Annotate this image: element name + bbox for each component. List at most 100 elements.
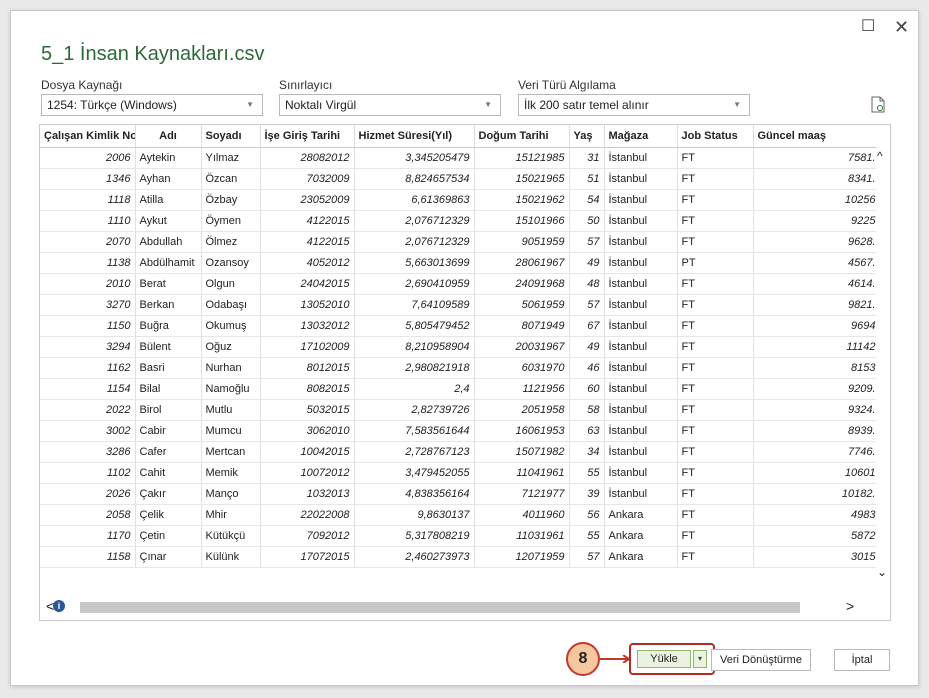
table-cell: 10072012: [260, 462, 355, 484]
column-header[interactable]: İşe Giriş Tarihi: [260, 125, 355, 148]
table-cell: 11142: [753, 336, 881, 358]
table-row: 1118 Atilla Özbay 23052009 6,61369863 1502196…: [40, 189, 881, 211]
file-origin-label: Dosya Kaynağı: [41, 78, 123, 92]
close-icon[interactable]: ✕: [894, 18, 909, 36]
maximize-icon[interactable]: ☐: [861, 19, 875, 35]
table-cell: 3270: [40, 294, 136, 316]
table-cell: İstanbul: [604, 315, 678, 337]
table-cell: İstanbul: [604, 399, 678, 421]
table-cell: Çakır: [135, 483, 202, 505]
table-cell: 57: [569, 231, 605, 253]
horizontal-scrollbar[interactable]: < >: [40, 596, 878, 618]
scroll-right-icon[interactable]: >: [846, 598, 854, 614]
table-cell: FT: [677, 336, 754, 358]
table-cell: Cahit: [135, 462, 202, 484]
preview-grid[interactable]: Çalışan Kimlik No: Adı Soyadı İşe Giriş …: [39, 124, 891, 621]
table-cell: FT: [677, 546, 754, 568]
table-row: 2058 Çelik Mhir 22022008 9,8630137 4011960 56 A…: [40, 504, 881, 526]
scroll-down-icon[interactable]: ⌄: [877, 565, 887, 579]
table-cell: 24091968: [474, 273, 570, 295]
table-cell: Birol: [135, 399, 202, 421]
document-refresh-icon[interactable]: [871, 96, 885, 113]
column-header[interactable]: Hizmet Süresi(Yıl): [354, 125, 475, 148]
scroll-up-icon[interactable]: ^: [877, 149, 883, 163]
table-cell: İstanbul: [604, 441, 678, 463]
table-row: 1150 Buğra Okumuş 13032012 5,805479452 807194…: [40, 315, 881, 337]
table-row: 1158 Çınar Külünk 17072015 2,460273973 120719…: [40, 546, 881, 568]
column-header[interactable]: Yaş: [569, 125, 605, 148]
table-cell: Mhir: [201, 504, 261, 526]
table-cell: Mutlu: [201, 399, 261, 421]
table-cell: FT: [677, 231, 754, 253]
table-cell: 16061953: [474, 420, 570, 442]
column-header[interactable]: Çalışan Kimlik No:: [40, 125, 136, 148]
column-header[interactable]: Soyadı: [201, 125, 261, 148]
vertical-scrollbar[interactable]: ^ ⌄: [876, 125, 890, 620]
table-cell: 11041961: [474, 462, 570, 484]
table-cell: 28061967: [474, 252, 570, 274]
table-cell: Kütükçü: [201, 525, 261, 547]
dialog-title: 5_1 İnsan Kaynakları.csv: [41, 43, 265, 65]
table-cell: Çelik: [135, 504, 202, 526]
table-header-row: Çalışan Kimlik No: Adı Soyadı İşe Giriş …: [40, 125, 881, 148]
column-header[interactable]: Güncel maaş: [753, 125, 881, 148]
scroll-thumb[interactable]: [80, 602, 800, 613]
table-cell: 3015: [753, 546, 881, 568]
table-cell: 56: [569, 504, 605, 526]
table-cell: 2006: [40, 147, 136, 169]
load-dropdown-icon[interactable]: ▾: [693, 650, 707, 668]
table-cell: Mertcan: [201, 441, 261, 463]
table-cell: 48: [569, 273, 605, 295]
column-header[interactable]: Adı: [135, 125, 202, 148]
table-cell: 3286: [40, 441, 136, 463]
table-cell: Çetin: [135, 525, 202, 547]
column-header[interactable]: Doğum Tarihi: [474, 125, 570, 148]
transform-data-button[interactable]: Veri Dönüştürme: [711, 649, 811, 671]
table-cell: 55: [569, 462, 605, 484]
file-origin-select[interactable]: 1254: Türkçe (Windows) ▼: [41, 94, 263, 116]
table-cell: 9628.: [753, 231, 881, 253]
type-detection-value: İlk 200 satır temel alınır: [524, 98, 649, 112]
table-cell: FT: [677, 462, 754, 484]
column-header[interactable]: Mağaza: [604, 125, 678, 148]
type-detection-select[interactable]: İlk 200 satır temel alınır ▼: [518, 94, 750, 116]
table-cell: 3294: [40, 336, 136, 358]
table-cell: 60: [569, 378, 605, 400]
table-cell: 6031970: [474, 357, 570, 379]
table-cell: Bilal: [135, 378, 202, 400]
table-cell: 17072015: [260, 546, 355, 568]
table-cell: 58: [569, 399, 605, 421]
table-cell: FT: [677, 504, 754, 526]
table-cell: İstanbul: [604, 462, 678, 484]
load-button[interactable]: Yükle: [637, 650, 691, 668]
table-cell: FT: [677, 378, 754, 400]
table-cell: 1150: [40, 315, 136, 337]
table-cell: İstanbul: [604, 231, 678, 253]
delimiter-select[interactable]: Noktalı Virgül ▼: [279, 94, 501, 116]
table-cell: 51: [569, 168, 605, 190]
table-cell: 39: [569, 483, 605, 505]
table-cell: 9051959: [474, 231, 570, 253]
table-cell: 1102: [40, 462, 136, 484]
table-cell: Öymen: [201, 210, 261, 232]
table-cell: 2058: [40, 504, 136, 526]
info-icon[interactable]: i: [53, 600, 65, 612]
table-row: 2006 Aytekin Yılmaz 28082012 3,345205479 1512…: [40, 147, 881, 169]
table-cell: 50: [569, 210, 605, 232]
table-cell: Namoğlu: [201, 378, 261, 400]
table-cell: FT: [677, 525, 754, 547]
table-cell: 9324.: [753, 399, 881, 421]
table-cell: Yılmaz: [201, 147, 261, 169]
table-cell: İstanbul: [604, 252, 678, 274]
table-cell: 67: [569, 315, 605, 337]
table-cell: 8341.: [753, 168, 881, 190]
table-cell: 63: [569, 420, 605, 442]
table-cell: FT: [677, 189, 754, 211]
table-cell: 4011960: [474, 504, 570, 526]
table-cell: 5061959: [474, 294, 570, 316]
column-header[interactable]: Job Status: [677, 125, 754, 148]
table-cell: 2010: [40, 273, 136, 295]
table-cell: 1032013: [260, 483, 355, 505]
cancel-button[interactable]: İptal: [834, 649, 890, 671]
table-cell: 8071949: [474, 315, 570, 337]
